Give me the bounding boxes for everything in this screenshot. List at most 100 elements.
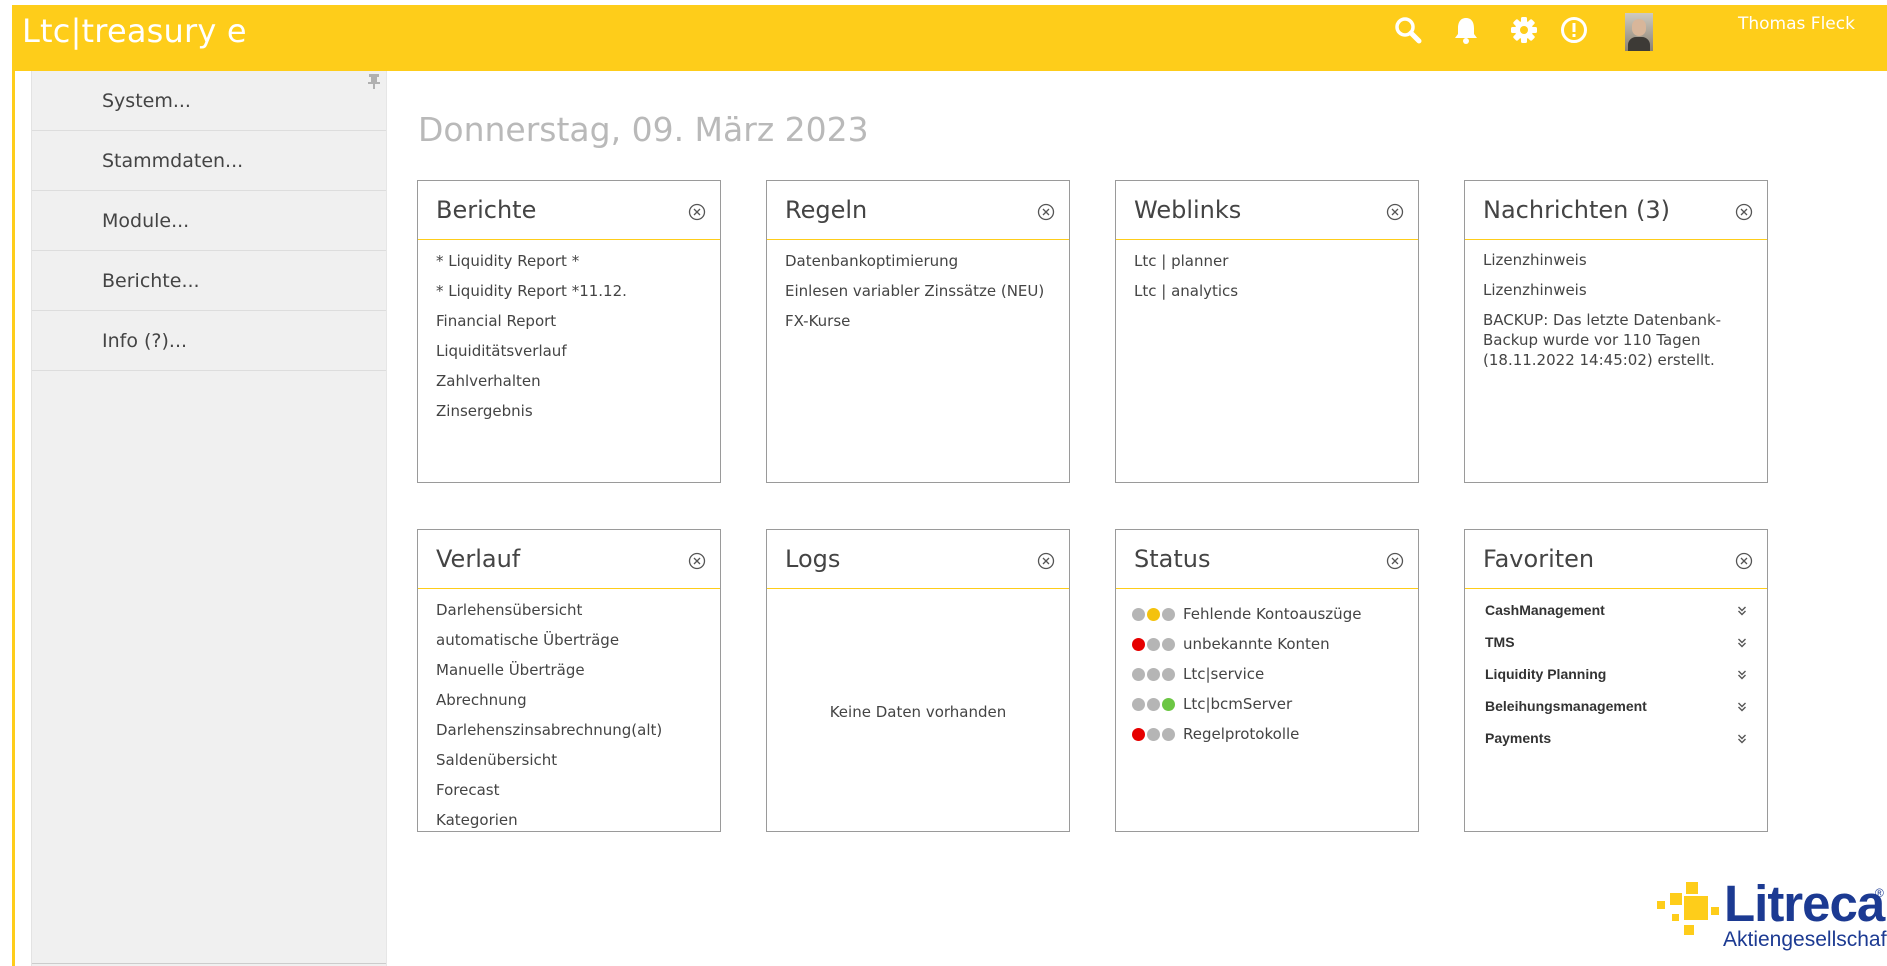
favorite-group[interactable]: Payments: [1485, 727, 1753, 759]
history-link[interactable]: Darlehenszinsabrechnung(alt): [436, 719, 720, 749]
card-title: Status: [1134, 545, 1211, 573]
status-dot: [1132, 637, 1145, 651]
close-icon[interactable]: [1386, 552, 1404, 570]
rule-link[interactable]: FX-Kurse: [785, 310, 1069, 340]
rule-link[interactable]: Einlesen variabler Zinssätze (NEU): [785, 280, 1069, 310]
logo-square: [1672, 914, 1679, 921]
close-icon[interactable]: [1037, 203, 1055, 221]
card-weblinks: Weblinks Ltc | planner Ltc | analytics: [1115, 180, 1419, 483]
card-title: Favoriten: [1483, 545, 1595, 573]
status-row[interactable]: Regelprotokolle: [1132, 713, 1418, 749]
traffic-light-icon: [1132, 667, 1177, 681]
favorite-label: Liquidity Planning: [1485, 666, 1607, 682]
traffic-light-icon: [1132, 637, 1177, 651]
close-icon[interactable]: [1735, 203, 1753, 221]
history-link[interactable]: Manuelle Überträge: [436, 659, 720, 689]
card-title: Berichte: [436, 196, 537, 224]
status-dot: [1132, 727, 1145, 741]
avatar[interactable]: [1625, 13, 1653, 51]
status-dot: [1162, 697, 1175, 711]
message-item[interactable]: Lizenzhinweis: [1483, 250, 1767, 270]
favorite-group[interactable]: TMS: [1485, 631, 1753, 663]
card-regeln: Regeln Datenbankoptimierung Einlesen var…: [766, 180, 1070, 483]
favorite-group[interactable]: Liquidity Planning: [1485, 663, 1753, 695]
close-icon[interactable]: [688, 552, 706, 570]
sidebar-item-system[interactable]: System...: [32, 71, 386, 131]
rule-link[interactable]: Datenbankoptimierung: [785, 250, 1069, 280]
card-header: Logs: [767, 530, 1069, 589]
card-body: Darlehensübersicht automatische Überträg…: [418, 589, 720, 839]
status-label: Ltc|bcmServer: [1183, 695, 1293, 713]
sidebar-item-module[interactable]: Module...: [32, 191, 386, 251]
status-label: Fehlende Kontoauszüge: [1183, 605, 1362, 623]
history-link[interactable]: Kategorien: [436, 809, 720, 839]
sidebar-item-stammdaten[interactable]: Stammdaten...: [32, 131, 386, 191]
gear-icon[interactable]: [1508, 14, 1540, 46]
weblink[interactable]: Ltc | analytics: [1134, 280, 1418, 310]
status-label: Ltc|service: [1183, 665, 1265, 683]
traffic-light-icon: [1132, 607, 1177, 621]
logo-square: [1711, 907, 1719, 915]
card-favoriten: Favoriten CashManagement TMS Liquidity P…: [1464, 529, 1768, 832]
traffic-light-icon: [1132, 697, 1177, 711]
sidebar: System... Stammdaten... Module... Berich…: [31, 71, 387, 966]
status-dot: [1132, 697, 1145, 711]
status-dot: [1147, 727, 1160, 741]
sidebar-menu: System... Stammdaten... Module... Berich…: [32, 71, 386, 371]
traffic-light-icon: [1132, 727, 1177, 741]
sidebar-item-berichte[interactable]: Berichte...: [32, 251, 386, 311]
report-link[interactable]: * Liquidity Report *: [436, 250, 720, 280]
report-link[interactable]: Liquiditätsverlauf: [436, 340, 720, 370]
card-verlauf: Verlauf Darlehensübersicht automatische …: [417, 529, 721, 832]
logo-square: [1657, 901, 1665, 909]
alert-icon[interactable]: [1558, 14, 1590, 46]
user-name[interactable]: Thomas Fleck: [1738, 14, 1855, 34]
message-item[interactable]: Lizenzhinweis: [1483, 280, 1767, 300]
close-icon[interactable]: [688, 203, 706, 221]
favorite-group[interactable]: CashManagement: [1485, 599, 1753, 631]
chevron-double-down-icon[interactable]: [1737, 734, 1747, 744]
empty-state-text: Keine Daten vorhanden: [829, 703, 1007, 721]
card-header: Status: [1116, 530, 1418, 589]
card-header: Berichte: [418, 181, 720, 240]
search-icon[interactable]: [1392, 14, 1424, 46]
weblink[interactable]: Ltc | planner: [1134, 250, 1418, 280]
chevron-double-down-icon[interactable]: [1737, 702, 1747, 712]
status-dot: [1147, 697, 1160, 711]
close-icon[interactable]: [1037, 552, 1055, 570]
status-dot: [1147, 607, 1160, 621]
logo-square: [1686, 882, 1698, 894]
app-title: Ltc|treasury e: [22, 12, 247, 50]
top-bar: [12, 5, 1887, 71]
status-dot: [1162, 727, 1175, 741]
logo-subtitle: Aktiengesellschaft: [1723, 928, 1887, 951]
history-link[interactable]: Saldenübersicht: [436, 749, 720, 779]
page-date: Donnerstag, 09. März 2023: [418, 110, 869, 149]
bell-icon[interactable]: [1450, 14, 1482, 46]
chevron-double-down-icon[interactable]: [1737, 638, 1747, 648]
close-icon[interactable]: [1735, 552, 1753, 570]
card-title: Weblinks: [1134, 196, 1242, 224]
sidebar-item-info[interactable]: Info (?)...: [32, 311, 386, 371]
history-link[interactable]: Forecast: [436, 779, 720, 809]
report-link[interactable]: Financial Report: [436, 310, 720, 340]
card-logs: Logs Keine Daten vorhanden: [766, 529, 1070, 832]
card-title: Logs: [785, 545, 841, 573]
message-item[interactable]: BACKUP: Das letzte Datenbank-Backup wurd…: [1483, 310, 1767, 370]
card-body: CashManagement TMS Liquidity Planning Be…: [1465, 589, 1767, 759]
history-link[interactable]: Abrechnung: [436, 689, 720, 719]
favorite-label: CashManagement: [1485, 602, 1605, 618]
chevron-double-down-icon[interactable]: [1737, 606, 1747, 616]
company-logo: Litreca Aktiengesellschaft ®: [1654, 875, 1887, 960]
card-header: Nachrichten (3): [1465, 181, 1767, 240]
history-link[interactable]: automatische Überträge: [436, 629, 720, 659]
report-link[interactable]: Zinsergebnis: [436, 400, 720, 430]
report-link[interactable]: Zahlverhalten: [436, 370, 720, 400]
chevron-double-down-icon[interactable]: [1737, 670, 1747, 680]
favorite-group[interactable]: Beleihungsmanagement: [1485, 695, 1753, 727]
logo-square: [1670, 893, 1682, 905]
report-link[interactable]: * Liquidity Report *11.12.: [436, 280, 720, 310]
history-link[interactable]: Darlehensübersicht: [436, 599, 720, 629]
close-icon[interactable]: [1386, 203, 1404, 221]
card-body: * Liquidity Report * * Liquidity Report …: [418, 240, 720, 430]
